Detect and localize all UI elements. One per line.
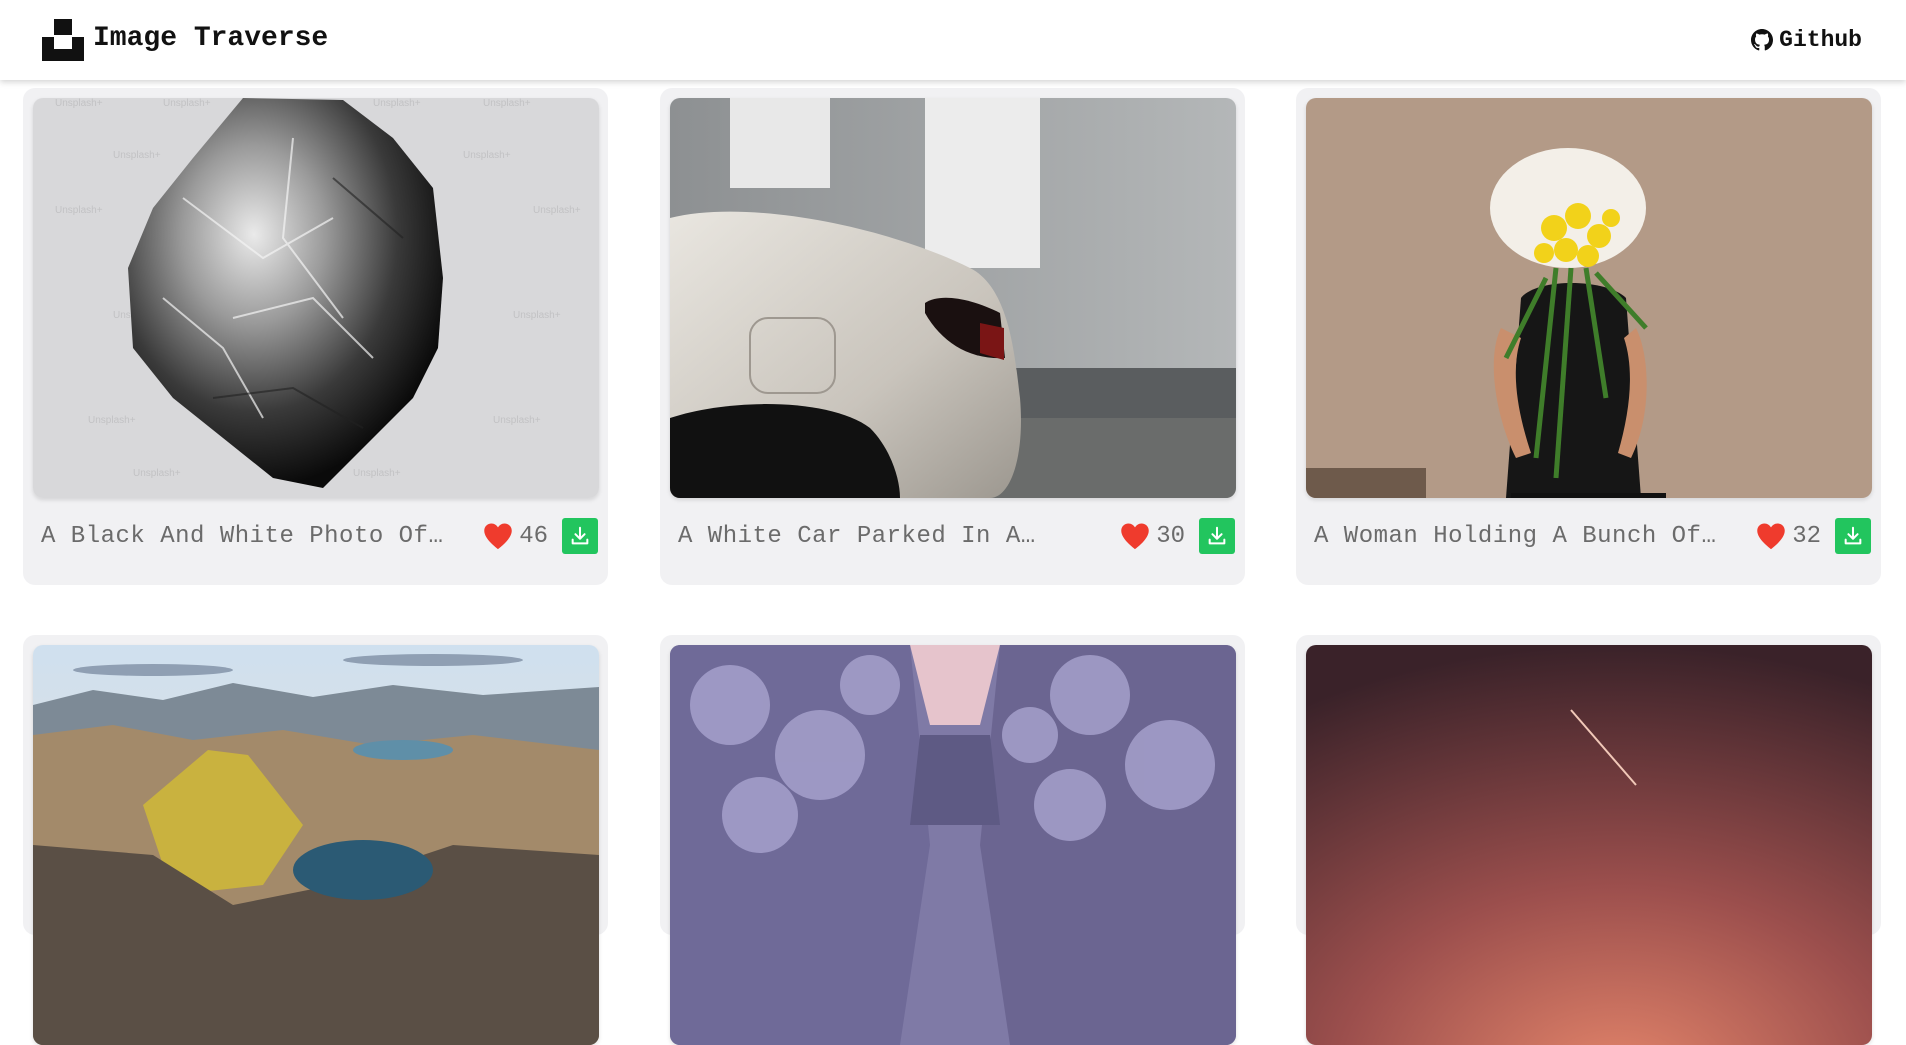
unsplash-logo-icon[interactable] bbox=[42, 19, 84, 61]
card-image[interactable] bbox=[1306, 645, 1872, 1045]
github-icon bbox=[1751, 29, 1774, 51]
github-link[interactable]: Github bbox=[1751, 22, 1862, 58]
image-caption: A Black And White Photo Of… bbox=[41, 522, 444, 550]
heart-icon[interactable] bbox=[1120, 522, 1150, 550]
svg-text:Unsplash+: Unsplash+ bbox=[463, 150, 511, 161]
likes: 30 bbox=[1120, 522, 1185, 550]
card-meta: A Woman Holding A Bunch Of… 32 bbox=[1306, 516, 1871, 556]
likes: 32 bbox=[1756, 522, 1821, 550]
svg-text:Unsplash+: Unsplash+ bbox=[373, 98, 421, 109]
svg-text:Unsplash+: Unsplash+ bbox=[353, 468, 401, 479]
app-title[interactable]: Image Traverse bbox=[93, 18, 328, 60]
image-card[interactable]: A White Car Parked In A… 30 bbox=[660, 88, 1245, 585]
download-icon bbox=[571, 526, 589, 545]
like-count: 32 bbox=[1792, 522, 1821, 550]
like-count: 46 bbox=[519, 522, 548, 550]
likes: 46 bbox=[483, 522, 548, 550]
download-button[interactable] bbox=[562, 518, 598, 554]
image-card[interactable]: A Woman Holding A Bunch Of… 32 bbox=[1296, 88, 1881, 585]
image-card[interactable] bbox=[1296, 635, 1881, 1045]
heart-icon[interactable] bbox=[1756, 522, 1786, 550]
heart-icon[interactable] bbox=[483, 522, 513, 550]
card-image[interactable] bbox=[33, 645, 599, 1045]
card-image[interactable]: Unsplash+ Unsplash+ Unsplash+ Unsplash+ Uns… bbox=[33, 98, 599, 498]
github-label: Github bbox=[1779, 27, 1862, 53]
image-grid: Unsplash+ Unsplash+ Unsplash+ Unsplash+ Uns… bbox=[0, 0, 1906, 1045]
svg-text:Unsplash+: Unsplash+ bbox=[493, 415, 541, 426]
image-card[interactable] bbox=[660, 635, 1245, 1045]
like-count: 30 bbox=[1156, 522, 1185, 550]
download-button[interactable] bbox=[1199, 518, 1235, 554]
svg-text:Unsplash+: Unsplash+ bbox=[133, 468, 181, 479]
card-meta: A Black And White Photo Of… 46 bbox=[33, 516, 598, 556]
download-icon bbox=[1208, 526, 1226, 545]
card-image[interactable] bbox=[670, 98, 1236, 498]
svg-text:Unsplash+: Unsplash+ bbox=[113, 150, 161, 161]
svg-text:Unsplash+: Unsplash+ bbox=[55, 205, 103, 216]
image-card[interactable]: Unsplash+ Unsplash+ Unsplash+ Unsplash+ Uns… bbox=[23, 88, 608, 585]
app-header: Image Traverse Github bbox=[0, 0, 1906, 80]
image-caption: A Woman Holding A Bunch Of… bbox=[1314, 522, 1717, 550]
card-image[interactable] bbox=[670, 645, 1236, 1045]
card-meta: A White Car Parked In A… 30 bbox=[670, 516, 1235, 556]
card-image[interactable] bbox=[1306, 98, 1872, 498]
download-button[interactable] bbox=[1835, 518, 1871, 554]
image-caption: A White Car Parked In A… bbox=[678, 522, 1036, 550]
svg-text:Unsplash+: Unsplash+ bbox=[533, 205, 581, 216]
svg-text:Unsplash+: Unsplash+ bbox=[483, 98, 531, 109]
svg-text:Unsplash+: Unsplash+ bbox=[513, 310, 561, 321]
image-card[interactable] bbox=[23, 635, 608, 1045]
download-icon bbox=[1844, 526, 1862, 545]
svg-text:Unsplash+: Unsplash+ bbox=[163, 98, 211, 109]
svg-text:Unsplash+: Unsplash+ bbox=[55, 98, 103, 109]
svg-text:Unsplash+: Unsplash+ bbox=[88, 415, 136, 426]
